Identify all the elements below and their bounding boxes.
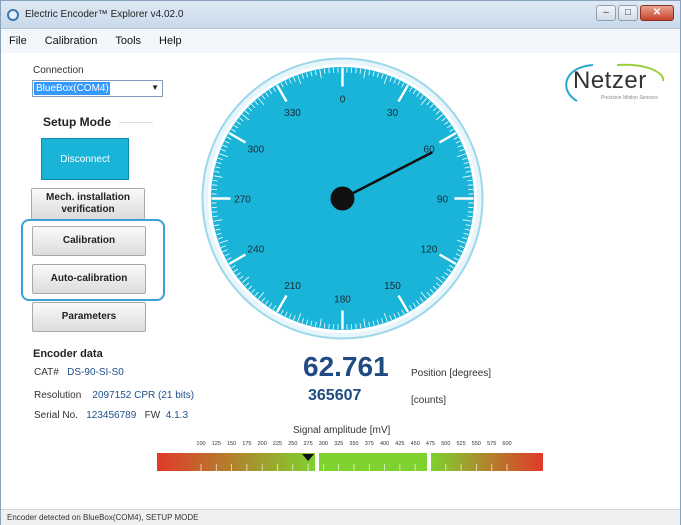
setup-mode-title: Setup Mode — [43, 115, 111, 129]
logo-tagline: Precision Motion Sensors — [601, 95, 658, 101]
window-title: Electric Encoder™ Explorer v4.02.0 — [25, 9, 184, 20]
encoder-data-title: Encoder data — [33, 348, 103, 360]
connection-label: Connection — [33, 65, 84, 76]
gauge-label: 0 — [340, 95, 346, 106]
encoder-serial-row: Serial No. 123456789 FW 4.1.3 — [34, 410, 188, 421]
signal-scale-tick-label: 450 — [410, 441, 420, 447]
menu-bar: File Calibration Tools Help — [1, 29, 680, 53]
cat-value: DS-90-SI-S0 — [67, 367, 124, 378]
maximize-icon[interactable]: □ — [618, 5, 638, 21]
gauge-label: 330 — [284, 108, 301, 119]
menu-calibration[interactable]: Calibration — [45, 35, 98, 47]
app-icon — [7, 9, 19, 21]
gauge-label: 120 — [421, 245, 438, 256]
encoder-resolution-row: Resolution 2097152 CPR (21 bits) — [34, 390, 194, 401]
minimize-icon[interactable]: – — [596, 5, 616, 21]
window-controls: – □ ✕ — [596, 5, 674, 21]
gauge-tick — [328, 323, 330, 329]
title-bar: Electric Encoder™ Explorer v4.02.0 – □ ✕ — [1, 1, 680, 29]
signal-scale-tick-label: 350 — [349, 441, 359, 447]
signal-amplitude-label: Signal amplitude [mV] — [293, 425, 391, 436]
position-unit: Position [degrees] — [411, 368, 492, 379]
signal-scale-tick-label: 425 — [395, 441, 405, 447]
signal-scale-tick-label: 175 — [242, 441, 252, 447]
gauge-tick — [355, 323, 357, 329]
gauge-label: 150 — [384, 281, 401, 292]
encoder-cat-row: CAT# DS-90-SI-S0 — [34, 367, 124, 378]
signal-scale-labels: 100 125 150 175 200 225 250 275 300 325 350 375 400 4… — [157, 441, 543, 451]
chevron-down-icon[interactable]: ▼ — [151, 83, 159, 92]
gauge-label: 240 — [248, 245, 265, 256]
gauge-label: 180 — [334, 295, 351, 306]
gauge-label: 90 — [437, 195, 449, 206]
serial-label: Serial No. — [34, 410, 78, 421]
signal-scale-tick-label: 600 — [502, 441, 512, 447]
signal-scale-tick-label: 100 — [196, 441, 206, 447]
gauge-tick — [212, 211, 218, 213]
position-gauge: 0306090120150180210240270300330 — [201, 57, 484, 340]
disconnect-button[interactable]: Disconnect — [41, 138, 129, 180]
signal-amplitude-bar — [157, 453, 543, 471]
menu-file[interactable]: File — [9, 35, 27, 47]
signal-scale-tick-label: 400 — [380, 441, 390, 447]
resolution-value: 2097152 CPR (21 bits) — [92, 390, 195, 401]
connection-selected-value: BlueBox(COM4) — [34, 82, 110, 95]
signal-minor-ticks — [200, 464, 508, 471]
connection-select[interactable]: BlueBox(COM4) ▼ — [32, 80, 163, 97]
counts-unit: [counts] — [411, 395, 447, 406]
position-value: 62.761 — [303, 351, 389, 382]
gauge-tick — [328, 68, 330, 74]
mech-installation-verification-button[interactable]: Mech. installation verification — [31, 188, 145, 220]
signal-scale-tick-label: 325 — [334, 441, 344, 447]
status-bar: Encoder detected on BlueBox(COM4), SETUP… — [1, 509, 680, 525]
gauge-label: 270 — [234, 195, 251, 206]
signal-high-zone — [431, 453, 543, 471]
gauge-hub — [330, 186, 355, 211]
app-window: Electric Encoder™ Explorer v4.02.0 – □ ✕… — [0, 0, 681, 525]
signal-scale-tick-label: 200 — [257, 441, 267, 447]
signal-low-zone — [157, 453, 315, 471]
signal-scale-tick-label: 525 — [456, 441, 466, 447]
gauge-tick — [467, 184, 473, 186]
parameters-button[interactable]: Parameters — [32, 302, 146, 332]
signal-scale-tick-label: 250 — [288, 441, 298, 447]
fw-label: FW — [144, 410, 161, 421]
gauge-label: 30 — [387, 108, 399, 119]
signal-scale-tick-label: 500 — [441, 441, 451, 447]
calibration-highlight — [21, 219, 165, 301]
counts-value: 365607 — [308, 387, 362, 404]
signal-scale-tick-label: 475 — [425, 441, 436, 447]
serial-value: 123456789 — [86, 410, 137, 421]
menu-help[interactable]: Help — [159, 35, 182, 47]
signal-scale-tick-label: 125 — [211, 441, 221, 447]
divider — [119, 122, 153, 123]
cat-label: CAT# — [34, 367, 59, 378]
signal-scale-tick-label: 300 — [318, 441, 328, 447]
signal-scale-tick-label: 575 — [487, 441, 497, 447]
gauge-tick — [467, 211, 473, 213]
gauge-label: 300 — [248, 145, 265, 156]
netzer-logo: Netzer Precision Motion Sensors — [557, 61, 669, 105]
signal-scale-tick-label: 275 — [303, 441, 313, 447]
signal-scale-tick-label: 550 — [471, 441, 481, 447]
close-icon[interactable]: ✕ — [640, 5, 674, 21]
signal-scale-tick-label: 150 — [227, 441, 237, 447]
gauge-label: 210 — [284, 281, 301, 292]
logo-text: Netzer — [573, 67, 647, 94]
signal-scale-tick-label: 375 — [364, 441, 374, 447]
fw-value: 4.1.3 — [165, 410, 189, 421]
signal-scale-tick-label: 225 — [272, 441, 283, 447]
resolution-label: Resolution — [34, 390, 82, 401]
gauge-tick — [355, 68, 357, 74]
signal-good-zone — [319, 453, 427, 471]
menu-tools[interactable]: Tools — [115, 35, 141, 47]
gauge-tick — [212, 184, 218, 186]
